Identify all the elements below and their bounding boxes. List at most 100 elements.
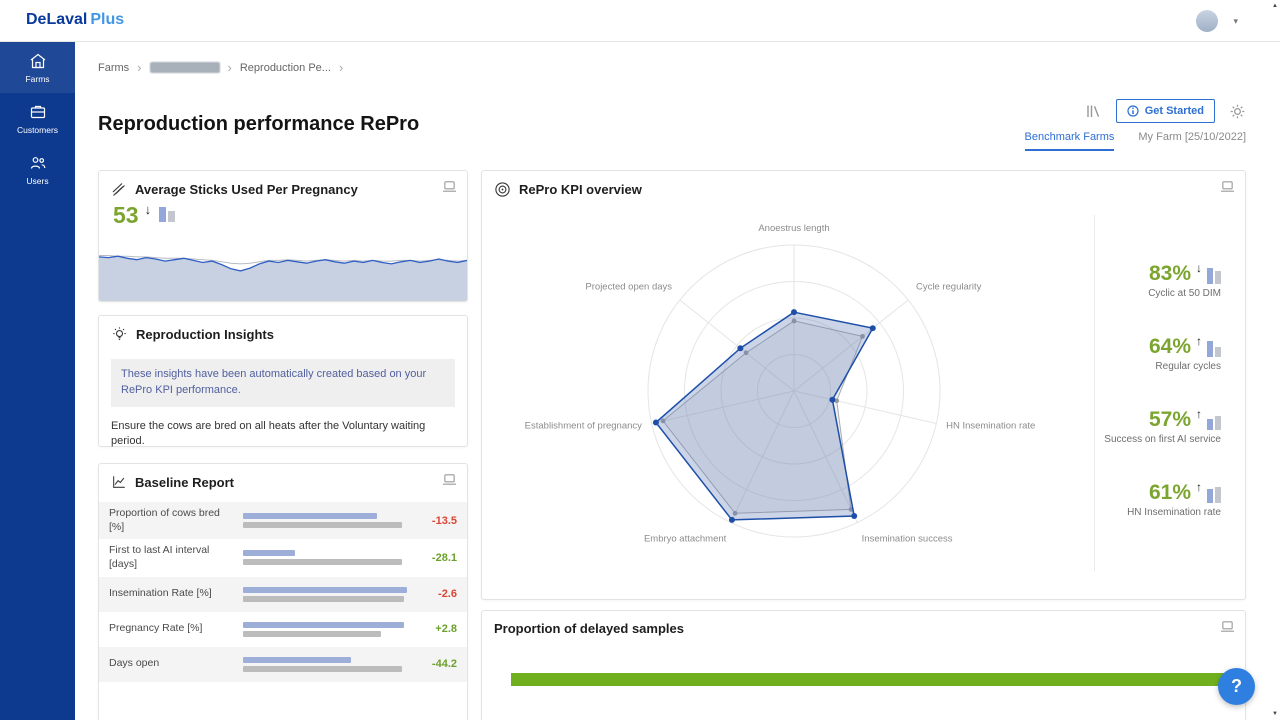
sidebar-item-users[interactable]: Users — [0, 144, 75, 195]
tab-my-farm[interactable]: My Farm [25/10/2022] — [1138, 131, 1246, 151]
metric-label: Pregnancy Rate [%] — [109, 622, 233, 636]
card-title: Baseline Report — [135, 475, 234, 490]
kpi-value: 61% — [1149, 482, 1191, 503]
svg-text:Cycle regularity: Cycle regularity — [916, 282, 982, 293]
users-icon — [29, 154, 47, 172]
metric-bars — [243, 657, 407, 672]
info-icon — [1127, 105, 1139, 117]
page-title: Reproduction performance RePro — [98, 113, 419, 136]
card-average-sticks: Average Sticks Used Per Pregnancy 53 ↓ — [98, 170, 468, 302]
get-started-label: Get Started — [1145, 105, 1204, 117]
avatar[interactable] — [1196, 10, 1218, 32]
chevron-right-icon: › — [339, 61, 343, 74]
card-header: Reproduction Insights — [99, 316, 467, 353]
metric-bars — [243, 622, 407, 637]
kpi-stat: 61% ↑ HN Insemination rate — [1071, 482, 1221, 518]
sidebar-item-farms[interactable]: Farms — [0, 42, 75, 93]
metric-value: -44.2 — [417, 658, 457, 670]
card-reproduction-insights: Reproduction Insights These insights hav… — [98, 315, 468, 447]
farm-bar — [243, 657, 351, 663]
baseline-rows: Proportion of cows bred [%] -13.5 First … — [99, 502, 467, 682]
metric-value: +2.8 — [417, 623, 457, 635]
kpi-stat: 53 ↓ — [113, 204, 175, 227]
scrollbar-down-arrow[interactable]: ▼ — [1272, 711, 1278, 717]
breadcrumb-item-page[interactable]: Reproduction Pe... — [240, 62, 331, 74]
card-delayed-samples: Proportion of delayed samples — [481, 610, 1246, 720]
chevron-right-icon: › — [228, 61, 232, 74]
report-icon[interactable] — [1220, 180, 1235, 198]
farm-bar — [243, 622, 404, 628]
header-actions: Get Started — [1085, 99, 1246, 123]
card-title: Proportion of delayed samples — [494, 621, 684, 636]
table-row: Insemination Rate [%] -2.6 — [99, 577, 467, 612]
gear-icon[interactable] — [1229, 103, 1246, 120]
chevron-down-icon[interactable]: ▾ — [1233, 16, 1238, 27]
report-icon[interactable] — [442, 473, 457, 491]
svg-text:Anoestrus length: Anoestrus length — [758, 223, 829, 234]
metric-value: -2.6 — [417, 588, 457, 600]
mini-bar-icon — [1207, 340, 1221, 357]
sidebar: Farms Customers Users — [0, 42, 75, 720]
brand-delaval: DeLaval — [26, 11, 87, 28]
table-row: First to last AI interval [days] -28.1 — [99, 539, 467, 576]
library-icon[interactable] — [1085, 103, 1102, 119]
radar-chart: Anoestrus lengthCycle regularityHN Insem… — [482, 191, 1142, 596]
metric-label: First to last AI interval [days] — [109, 544, 233, 571]
card-header: Proportion of delayed samples — [482, 611, 1245, 646]
metric-value: -28.1 — [417, 552, 457, 564]
metric-bars — [243, 513, 407, 528]
farm-bar — [243, 513, 377, 519]
trend-up-icon: ↑ — [1196, 480, 1202, 494]
trend-up-icon: ↑ — [1196, 407, 1202, 421]
benchmark-bar — [243, 559, 402, 565]
mini-bar-icon — [159, 204, 175, 222]
kpi-label: HN Insemination rate — [1071, 507, 1221, 518]
svg-text:Establishment of pregnancy: Establishment of pregnancy — [525, 421, 642, 432]
kpi-label: Success on first AI service — [1071, 434, 1221, 445]
breadcrumb: Farms › › Reproduction Pe... › — [98, 61, 343, 74]
app-logo[interactable]: DeLavalPlus — [26, 11, 124, 29]
view-tabs: Benchmark Farms My Farm [25/10/2022] — [1025, 131, 1246, 151]
help-button[interactable]: ? — [1218, 668, 1255, 705]
table-row: Pregnancy Rate [%] +2.8 — [99, 612, 467, 647]
sidebar-item-label: Farms — [25, 74, 49, 84]
farm-icon — [29, 52, 47, 70]
breadcrumb-item-farm-name-redacted[interactable] — [150, 62, 220, 73]
farm-bar — [243, 587, 407, 593]
breadcrumb-item-farms[interactable]: Farms — [98, 62, 129, 74]
kpi-value: 57% — [1149, 409, 1191, 430]
trend-down-icon: ↓ — [1196, 261, 1202, 275]
kpi-stat: 57% ↑ Success on first AI service — [1071, 409, 1221, 445]
scrollbar-up-arrow[interactable]: ▲ — [1272, 3, 1278, 9]
report-icon[interactable] — [1220, 620, 1235, 638]
lightbulb-icon — [111, 326, 128, 343]
delayed-samples-bar-fill — [511, 673, 1231, 686]
sticks-icon — [111, 181, 127, 197]
brand-plus: Plus — [90, 11, 124, 28]
mini-bar-icon — [1207, 267, 1221, 284]
sidebar-item-customers[interactable]: Customers — [0, 93, 75, 144]
kpi-label: Regular cycles — [1071, 361, 1221, 372]
kpi-label: Cyclic at 50 DIM — [1071, 288, 1221, 299]
sidebar-item-label: Users — [26, 176, 48, 186]
card-title: Average Sticks Used Per Pregnancy — [135, 182, 358, 197]
chevron-right-icon: › — [137, 61, 141, 74]
get-started-button[interactable]: Get Started — [1116, 99, 1215, 123]
insight-note: These insights have been automatically c… — [111, 359, 455, 407]
mini-bar-icon — [1207, 486, 1221, 503]
svg-text:Insemination success: Insemination success — [862, 534, 953, 545]
report-icon[interactable] — [442, 180, 457, 198]
table-row: Proportion of cows bred [%] -13.5 — [99, 502, 467, 539]
metric-label: Insemination Rate [%] — [109, 587, 233, 601]
delayed-samples-bar — [511, 673, 1231, 686]
metric-label: Proportion of cows bred [%] — [109, 507, 233, 534]
benchmark-bar — [243, 666, 402, 672]
svg-text:Projected open days: Projected open days — [585, 282, 672, 293]
topbar: DeLavalPlus ▾ — [0, 0, 1280, 42]
card-title: Reproduction Insights — [136, 327, 274, 342]
card-header: Average Sticks Used Per Pregnancy — [99, 171, 467, 207]
tab-benchmark-farms[interactable]: Benchmark Farms — [1025, 131, 1115, 151]
benchmark-bar — [243, 631, 381, 637]
kpi-value: 64% — [1149, 336, 1191, 357]
benchmark-bar — [243, 596, 404, 602]
